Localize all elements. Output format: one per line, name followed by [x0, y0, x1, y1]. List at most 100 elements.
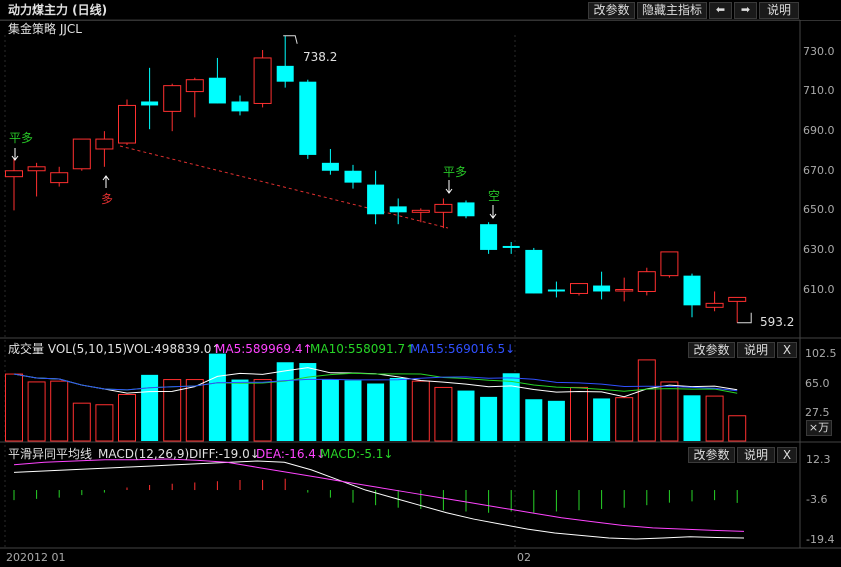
volume-bar: [163, 379, 182, 442]
volume-close-button[interactable]: X: [777, 342, 797, 358]
candle-body: [570, 283, 588, 294]
signal-close-long: 平多: [9, 131, 34, 145]
volume-change-params-button[interactable]: 改参数: [688, 342, 735, 358]
signal-short: 空: [488, 189, 501, 203]
ma10-value: MA10:558091.7↑: [310, 342, 416, 356]
candle-body: [457, 202, 475, 217]
candle-body: [728, 296, 747, 302]
x-axis-mid-label: 02: [517, 551, 531, 564]
candle-body: [660, 251, 679, 277]
low-marker: [737, 312, 752, 324]
candle-body: [208, 77, 226, 104]
volume-value: VOL:498839.0↑: [126, 342, 222, 356]
volume-bar: [411, 380, 430, 442]
macd-tick: 12.3: [806, 453, 831, 466]
volume-bar: [480, 396, 498, 441]
volume-bar: [637, 359, 656, 442]
candle-body: [344, 170, 362, 183]
volume-bar: [27, 381, 46, 442]
volume-tick: 27.5: [805, 406, 830, 419]
candle-body: [231, 101, 249, 112]
volume-bar: [141, 374, 159, 441]
volume-bar: [570, 386, 588, 442]
price-tick: 630.0: [803, 243, 835, 256]
volume-bar: [118, 394, 136, 442]
candle-body: [5, 170, 23, 178]
volume-bar: [185, 379, 204, 442]
volume-bar: [593, 398, 611, 441]
volume-bar: [276, 362, 294, 441]
ma5-value: MA5:589969.4↑: [215, 342, 313, 356]
candle-body: [276, 65, 294, 82]
volume-bar: [95, 404, 114, 442]
diff-value: DIFF:-19.0↓: [189, 447, 260, 461]
volume-bar: [344, 380, 362, 441]
volume-bar: [660, 381, 679, 442]
volume-bar: [457, 390, 475, 441]
diff-line: [13, 460, 745, 540]
candle-body: [434, 203, 453, 213]
volume-bar: [525, 399, 543, 441]
candle-body: [163, 85, 182, 112]
volume-bar: [50, 380, 69, 442]
volume-unit-button[interactable]: ×万: [806, 420, 832, 436]
high-price-label: 738.2: [303, 50, 338, 64]
candle-body: [321, 162, 339, 171]
macd-label: 平滑异同平均线: [8, 447, 93, 461]
candle-body: [118, 104, 136, 144]
macd-params: MACD(12,26,9): [98, 447, 190, 461]
volume-bar: [705, 395, 724, 442]
signal-long: 多: [101, 192, 114, 206]
dea-line: [13, 458, 745, 532]
price-tick: 610.0: [803, 283, 835, 296]
price-tick: 690.0: [803, 124, 835, 137]
volume-bar: [615, 397, 634, 442]
price-tick: 710.0: [803, 84, 835, 97]
candle-body: [299, 81, 317, 155]
volume-bar: [72, 402, 91, 442]
candle-body: [27, 166, 46, 172]
candle-body: [615, 289, 634, 292]
low-price-label: 593.2: [760, 315, 795, 329]
volume-bar: [683, 395, 701, 441]
candle-body: [593, 285, 611, 292]
price-tick: 670.0: [803, 164, 835, 177]
price-tick: 650.0: [803, 203, 835, 216]
candle-body: [72, 138, 91, 170]
candle-body: [185, 79, 204, 93]
trend-line: [119, 145, 449, 229]
macd-tick: -19.4: [806, 533, 835, 546]
candle-body: [547, 289, 565, 292]
macd-change-params-button[interactable]: 改参数: [688, 447, 735, 463]
volume-bar: [434, 386, 453, 442]
candle-body: [95, 138, 114, 150]
macd-help-button[interactable]: 说明: [737, 447, 775, 463]
macd-value: MACD:-5.1↓: [320, 447, 394, 461]
candle-body: [389, 206, 407, 213]
candle-body: [141, 101, 159, 106]
ma15-value: MA15:569016.5↓: [410, 342, 516, 356]
volume-label: 成交量 VOL(5,10,15): [8, 342, 128, 356]
volume-bar: [321, 379, 339, 441]
signal-close-long: 平多: [443, 165, 468, 179]
candle-body: [480, 224, 498, 250]
volume-bar: [502, 373, 520, 441]
volume-bar: [728, 415, 747, 442]
macd-close-button[interactable]: X: [777, 447, 797, 463]
candle-body: [705, 302, 724, 308]
volume-bar: [208, 353, 226, 441]
volume-tick: 65.0: [805, 377, 830, 390]
candle-body: [367, 184, 385, 215]
x-axis-start-label: 202012 01: [6, 551, 66, 564]
price-tick: 730.0: [803, 45, 835, 58]
volume-bar: [299, 363, 317, 441]
candle-body: [683, 275, 701, 306]
candle-body: [502, 245, 520, 248]
candle-body: [253, 57, 272, 104]
volume-bar: [367, 383, 385, 441]
candle-body: [411, 209, 430, 213]
volume-help-button[interactable]: 说明: [737, 342, 775, 358]
chart-canvas[interactable]: [0, 0, 841, 567]
candle-body: [50, 172, 69, 184]
candle-body: [525, 249, 543, 294]
